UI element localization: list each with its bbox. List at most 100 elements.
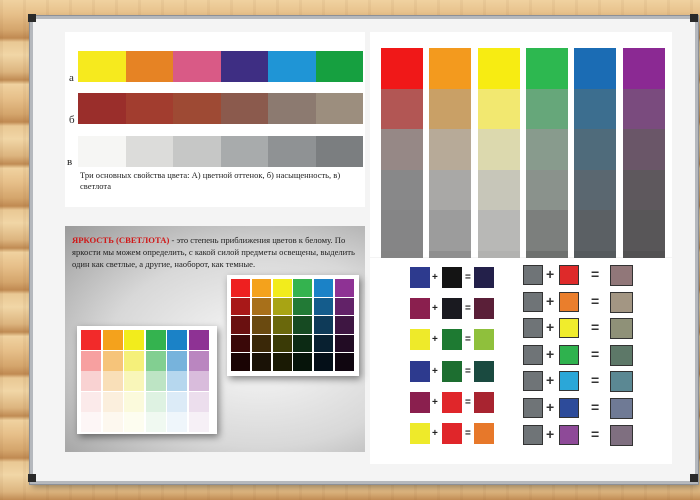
column-0-cell-3 [381, 169, 423, 211]
column-4-cell-0 [574, 48, 617, 89]
plus-sign: + [432, 365, 438, 377]
column-1-cell-4 [429, 210, 472, 251]
swatch-b-0 [78, 93, 126, 124]
shade-5-0 [335, 279, 354, 297]
shade-0-3 [231, 334, 250, 353]
mix-left-a-0 [410, 267, 430, 288]
equals-sign: = [591, 319, 600, 336]
plus-sign: + [546, 345, 555, 362]
shade-3-2 [293, 316, 313, 334]
board-corner-top-right [690, 14, 698, 22]
mix-left-result-2 [474, 329, 494, 351]
plus-sign: + [432, 303, 438, 315]
brightness-definition: ЯРКОСТЬ (СВЕТЛОТА) - это степень приближ… [72, 234, 362, 270]
swatch-a-0 [78, 51, 126, 82]
tint-0-4 [81, 412, 101, 432]
mix-right-result-4 [610, 371, 633, 393]
column-3-cell-0 [525, 48, 568, 89]
shade-1-1 [251, 297, 271, 316]
equals-sign: = [465, 303, 471, 315]
plus-sign: + [546, 319, 555, 336]
board-corner-bottom-left [28, 474, 36, 482]
equals-sign: = [591, 345, 600, 362]
row-label-v: в [67, 156, 73, 168]
column-3-cell-4 [525, 210, 568, 251]
column-0-cell-0 [381, 48, 423, 89]
shade-4-3 [314, 334, 334, 353]
mix-left-a-5 [410, 423, 430, 444]
mix-left-a-3 [410, 360, 430, 382]
tint-2-2 [124, 371, 144, 391]
column-4-cell-4 [574, 210, 617, 251]
mix-left-result-1 [474, 298, 494, 320]
shade-2-2 [272, 316, 292, 334]
tint-1-3 [102, 391, 123, 412]
swatch-b-5 [315, 93, 363, 124]
tint-1-1 [102, 350, 123, 371]
tint-1-0 [102, 330, 123, 350]
row-label-b: б [69, 114, 75, 126]
swatch-a-1 [125, 51, 173, 82]
mix-right-a-1 [523, 291, 543, 312]
tint-0-3 [81, 391, 101, 412]
mix-left-b-3 [442, 360, 462, 382]
mix-left-result-3 [474, 360, 494, 382]
equals-sign: = [465, 428, 471, 439]
shade-5-2 [335, 316, 354, 334]
shade-5-4 [335, 353, 354, 371]
column-3-cell-2 [525, 129, 568, 170]
shade-1-4 [251, 353, 271, 371]
plus-sign: + [546, 399, 555, 415]
plus-sign: + [546, 292, 555, 309]
shade-3-4 [293, 353, 313, 371]
shade-4-4 [314, 353, 334, 371]
shade-5-1 [335, 297, 354, 316]
mix-right-result-0 [610, 265, 633, 286]
column-0-cell-4 [381, 210, 423, 251]
plus-sign: + [546, 266, 555, 282]
mix-right-result-6 [610, 424, 633, 446]
column-0-cell-1 [381, 88, 423, 130]
swatch-b-1 [125, 93, 173, 124]
column-3-cell-3 [525, 169, 568, 211]
mix-left-a-1 [410, 298, 430, 320]
equals-sign: = [465, 365, 471, 377]
tint-2-0 [124, 330, 144, 350]
swatch-a-2 [173, 51, 221, 82]
column-1-cell-1 [429, 88, 472, 130]
equals-sign: = [591, 266, 600, 282]
tint-5-4 [188, 412, 209, 432]
mix-right-result-3 [610, 344, 633, 366]
tint-5-1 [188, 350, 209, 371]
shade-4-2 [314, 316, 334, 334]
column-1-cell-2 [429, 129, 472, 170]
tint-5-3 [188, 391, 209, 412]
tint-4-2 [167, 371, 187, 391]
properties-caption: Три основных свойства цвета: А) цветной … [80, 170, 341, 191]
column-2-cell-1 [477, 88, 520, 130]
mix-right-b-4 [559, 371, 579, 392]
shade-0-4 [231, 353, 250, 371]
column-4-cell-1 [574, 88, 617, 130]
mix-right-a-5 [523, 398, 543, 418]
mix-left-b-4 [442, 391, 462, 413]
mix-right-a-6 [523, 424, 543, 445]
tint-4-0 [167, 330, 187, 350]
swatch-b-3 [220, 93, 268, 124]
shade-2-1 [272, 297, 292, 316]
row-label-a: а [69, 72, 74, 84]
shade-1-3 [251, 334, 271, 353]
column-5-cell-0 [622, 48, 665, 89]
mix-left-b-0 [442, 267, 462, 288]
equals-sign: = [591, 425, 600, 442]
column-4-cell-3 [574, 169, 617, 211]
mix-left-result-0 [474, 267, 494, 288]
shade-5-3 [335, 334, 354, 353]
mix-right-result-1 [610, 291, 633, 313]
swatch-a-4 [268, 51, 316, 82]
tint-3-3 [145, 391, 166, 412]
shade-4-1 [314, 297, 334, 316]
mix-right-result-5 [610, 398, 633, 419]
mix-right-result-2 [610, 318, 633, 340]
mix-right-b-3 [559, 344, 579, 365]
